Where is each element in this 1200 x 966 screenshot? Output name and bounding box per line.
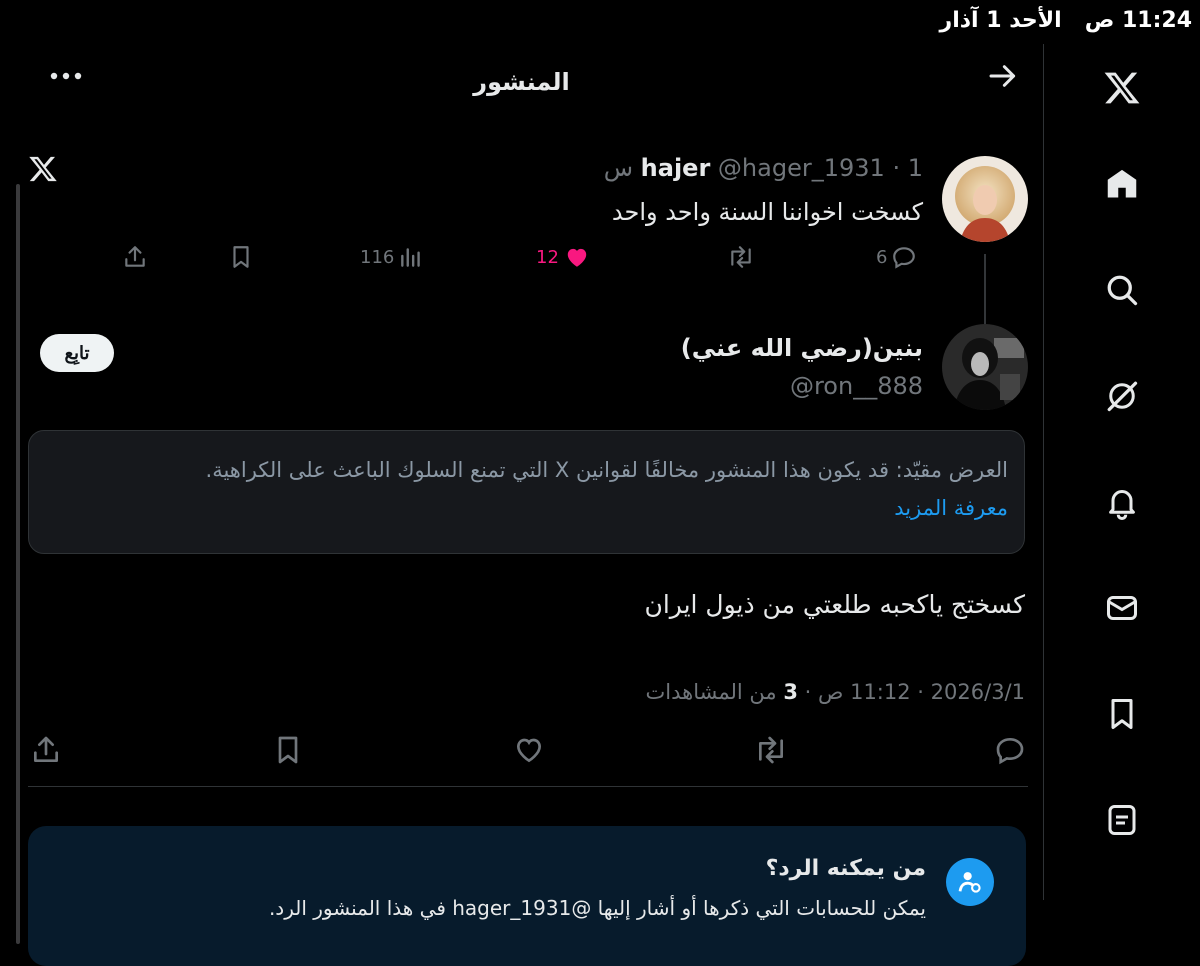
tweet-action-bar xyxy=(30,734,1028,770)
status-bar: 11:24 ص الأحد 1 آذار xyxy=(940,8,1192,33)
search-icon[interactable] xyxy=(1100,268,1144,312)
sidebar xyxy=(1043,44,1200,900)
bookmark-icon xyxy=(278,736,298,764)
status-time: 11:24 xyxy=(1121,8,1192,33)
follow-button[interactable]: تابِع xyxy=(40,334,114,372)
learn-more-link[interactable]: معرفة المزيد xyxy=(45,489,1008,527)
page-title: المنشور xyxy=(473,68,570,96)
like-count: 12 xyxy=(536,246,559,268)
home-icon[interactable] xyxy=(1100,162,1144,206)
status-date: الأحد 1 آذار xyxy=(939,8,1062,33)
reply-button[interactable]: 6 xyxy=(876,244,917,270)
bookmark-button[interactable] xyxy=(272,734,304,766)
restricted-notice: العرض مقيّد: قد يكون هذا المنشور مخالفًا… xyxy=(28,430,1025,554)
bookmark-icon xyxy=(233,246,249,268)
tweet-text: كسختج ياكحبه طلعتي من ذيول ايران xyxy=(644,590,1025,619)
retweet-button[interactable] xyxy=(725,244,757,270)
bookmark-button[interactable] xyxy=(228,244,254,270)
analytics-icon xyxy=(401,248,421,267)
like-button[interactable]: 12 xyxy=(536,244,591,270)
retweet-icon xyxy=(731,246,751,268)
who-can-reply-card: من يمكنه الرد؟ يمكن للحسابات التي ذكرها … xyxy=(28,826,1026,966)
tweet-author-handle[interactable]: @ron__888 xyxy=(790,372,923,400)
mention-user-icon xyxy=(946,858,994,906)
notice-text: العرض مقيّد: قد يكون هذا المنشور مخالفًا… xyxy=(205,458,1008,482)
bookmark-icon[interactable] xyxy=(1100,692,1144,736)
reply-count: 6 xyxy=(876,246,888,268)
grok-icon[interactable] xyxy=(1100,374,1144,418)
main-column: المنشور hajer @hager_1931 · 1 س كسخت اخو… xyxy=(0,44,1043,966)
views-label: من المشاهدات xyxy=(645,680,777,704)
views-count: 116 xyxy=(360,246,395,268)
share-icon xyxy=(125,246,145,267)
x-logo-icon xyxy=(28,154,58,184)
tweet-meta: 2026/3/1 · 11:12 ص · 3 من المشاهدات xyxy=(645,680,1026,704)
heart-filled-icon xyxy=(567,248,587,267)
scrollbar[interactable] xyxy=(16,184,20,944)
bell-icon[interactable] xyxy=(1100,480,1144,524)
views-indicator[interactable]: 116 xyxy=(360,244,424,270)
reply-button[interactable] xyxy=(994,734,1026,766)
tweet-author-name[interactable]: hajer xyxy=(641,154,711,182)
status-period: ص xyxy=(1084,8,1115,33)
share-icon xyxy=(34,736,58,762)
mail-icon[interactable] xyxy=(1100,586,1144,630)
retweet-button[interactable] xyxy=(752,734,790,766)
reply-icon xyxy=(996,737,1024,765)
share-button[interactable] xyxy=(122,244,148,270)
tweet-text: كسخت اخواننا السنة واحد واحد xyxy=(611,198,923,226)
back-arrow-icon[interactable] xyxy=(985,58,1021,94)
reply-icon xyxy=(893,247,916,269)
divider xyxy=(28,786,1028,787)
list-icon[interactable] xyxy=(1100,798,1144,842)
tweet-header: hajer @hager_1931 · 1 س xyxy=(603,154,923,182)
avatar[interactable] xyxy=(942,156,1028,242)
x-logo-icon[interactable] xyxy=(1100,66,1144,110)
more-options-button[interactable] xyxy=(46,58,86,94)
tweet-time[interactable]: 11:12 ص xyxy=(818,680,911,704)
avatar[interactable] xyxy=(942,324,1028,410)
tweet-date[interactable]: 2026/3/1 xyxy=(931,680,1025,704)
share-button[interactable] xyxy=(30,734,62,766)
views-count: 3 xyxy=(783,680,798,704)
tweet-author-handle[interactable]: @hager_1931 xyxy=(718,154,885,182)
tweet-author-name[interactable]: بنين(رضي الله عني) xyxy=(681,334,923,362)
thread-line xyxy=(984,254,986,324)
heart-icon xyxy=(516,738,542,763)
reply-card-title: من يمكنه الرد؟ xyxy=(765,856,926,881)
retweet-icon xyxy=(759,736,784,764)
like-button[interactable] xyxy=(512,734,546,766)
